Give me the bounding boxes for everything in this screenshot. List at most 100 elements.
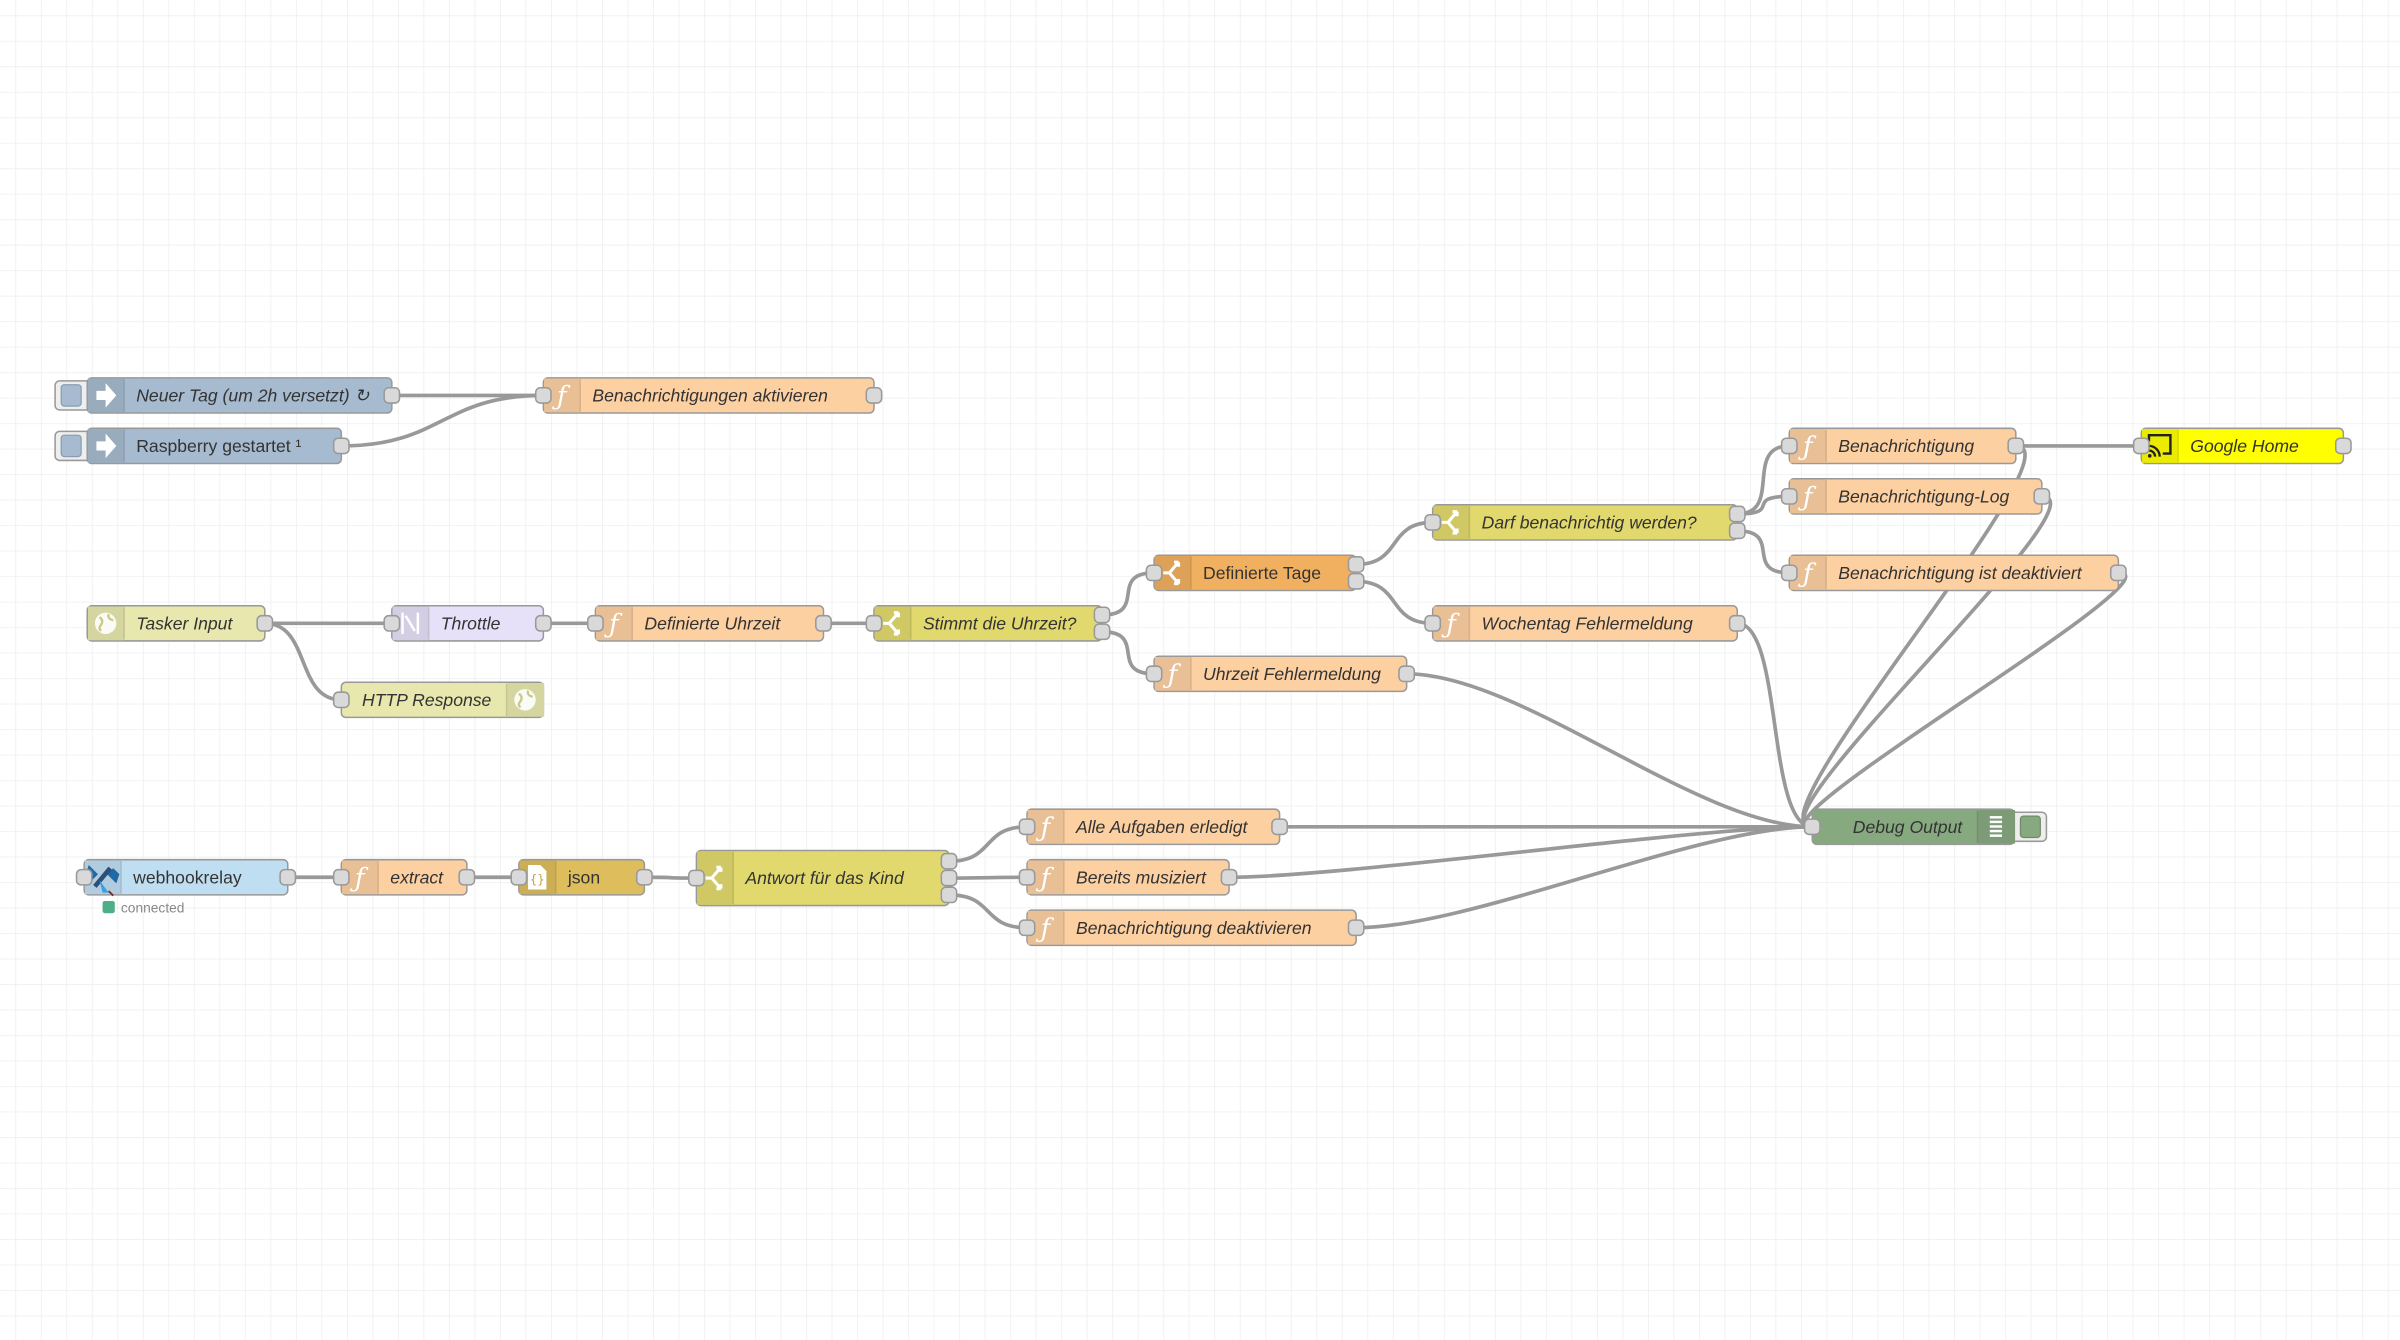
output-port[interactable]: [815, 614, 832, 632]
input-port[interactable]: [1145, 665, 1163, 683]
output-port[interactable]: [1728, 522, 1746, 540]
node-raspberry[interactable]: Raspberry gestartet ¹: [54, 427, 350, 465]
output-port[interactable]: [1220, 868, 1238, 886]
flow-canvas[interactable]: Neuer Tag (um 2h versetzt) ↻ Raspberry ge…: [0, 0, 2400, 1340]
status-text: connected: [121, 900, 185, 915]
node-label: Google Home: [2190, 436, 2299, 456]
node-label: Uhrzeit Fehlermeldung: [1203, 664, 1381, 684]
debug-toggle-face[interactable]: [2019, 815, 2041, 839]
output-port[interactable]: [279, 868, 297, 886]
node-label: extract: [390, 867, 444, 887]
node-darf[interactable]: Darf benachrichtig werden?: [1424, 504, 1746, 541]
input-port[interactable]: [1424, 513, 1442, 531]
input-port[interactable]: [865, 614, 883, 632]
node-label: Definierte Tage: [1203, 563, 1321, 583]
node-alle[interactable]: ƒ Alle Aufgaben erledigt: [1018, 808, 1289, 846]
node-stimmt[interactable]: Stimmt die Uhrzeit?: [865, 604, 1111, 642]
input-port[interactable]: [332, 868, 350, 886]
node-benachr-aktiv[interactable]: ƒ Benachrichtigungen aktivieren: [534, 377, 883, 414]
node-google[interactable]: Google Home: [2132, 427, 2352, 465]
node-antwort[interactable]: Antwort für das Kind: [688, 849, 958, 907]
node-benachr[interactable]: ƒ Benachrichtigung: [1780, 427, 2025, 465]
node-benachr-log[interactable]: ƒ Benachrichtigung-Log: [1780, 478, 2051, 515]
globe-icon: [514, 689, 536, 711]
node-label: Darf benachrichtig werden?: [1482, 513, 1697, 533]
node-label: Debug Output: [1853, 817, 1964, 837]
svg-text:{}: {}: [530, 872, 545, 886]
node-label: Tasker Input: [136, 613, 233, 633]
json-icon: {}: [528, 865, 547, 890]
node-tasker[interactable]: Tasker Input: [86, 604, 274, 642]
output-port[interactable]: [2033, 487, 2051, 505]
output-port[interactable]: [2007, 437, 2025, 455]
wire-n_antwort-to-n_bereits[interactable]: [948, 875, 1028, 880]
node-label: Throttle: [441, 613, 501, 633]
node-label: HTTP Response: [362, 690, 492, 710]
output-port[interactable]: [1398, 665, 1416, 683]
node-extract[interactable]: ƒ extract: [332, 858, 476, 896]
input-port[interactable]: [1018, 919, 1036, 937]
output-port[interactable]: [1347, 919, 1365, 937]
node-wochentag[interactable]: ƒ Wochentag Fehlermeldung: [1424, 604, 1746, 642]
output-port[interactable]: [940, 869, 958, 887]
output-port[interactable]: [332, 437, 350, 455]
output-port[interactable]: [940, 886, 958, 904]
input-port[interactable]: [1145, 564, 1163, 582]
node-bereits[interactable]: ƒ Bereits musiziert: [1018, 858, 1238, 896]
node-debug[interactable]: Debug Output: [1803, 808, 2048, 846]
output-port[interactable]: [458, 868, 476, 886]
input-port[interactable]: [383, 614, 401, 632]
input-port[interactable]: [586, 614, 604, 632]
output-port[interactable]: [256, 614, 274, 632]
output-port[interactable]: [383, 387, 401, 404]
input-port[interactable]: [332, 691, 350, 709]
node-label: Bereits musiziert: [1076, 867, 1207, 887]
node-throttle[interactable]: Throttle: [383, 604, 552, 642]
node-label: Benachrichtigungen aktivieren: [592, 386, 828, 406]
output-port[interactable]: [1728, 505, 1746, 523]
node-label: Definierte Uhrzeit: [644, 613, 781, 633]
node-def-tage[interactable]: Definierte Tage: [1145, 554, 1365, 592]
output-port[interactable]: [865, 387, 883, 404]
output-port[interactable]: [940, 852, 958, 870]
node-benachr-deakt-ist[interactable]: ƒ Benachrichtigung ist deaktiviert: [1780, 554, 2127, 592]
output-port[interactable]: [635, 868, 653, 886]
input-port[interactable]: [1780, 564, 1798, 582]
output-port[interactable]: [1347, 572, 1365, 590]
node-json[interactable]: {} json: [510, 858, 653, 896]
node-label: Benachrichtigung ist deaktiviert: [1838, 563, 2082, 583]
output-port[interactable]: [1347, 556, 1365, 573]
node-benachr-deakt[interactable]: ƒ Benachrichtigung deaktivieren: [1018, 909, 1365, 947]
input-port[interactable]: [75, 868, 93, 886]
node-http-resp[interactable]: HTTP Response: [332, 681, 545, 719]
node-label: Stimmt die Uhrzeit?: [923, 613, 1077, 633]
output-port[interactable]: [2334, 437, 2352, 455]
node-label: Benachrichtigung-Log: [1838, 487, 2009, 507]
input-port[interactable]: [688, 869, 705, 887]
node-uhrzeit-fehler[interactable]: ƒ Uhrzeit Fehlermeldung: [1145, 655, 1416, 693]
output-port[interactable]: [1271, 818, 1289, 836]
node-def-uhrzeit[interactable]: ƒ Definierte Uhrzeit: [586, 604, 832, 642]
output-port[interactable]: [1093, 606, 1111, 624]
inject-button-face[interactable]: [60, 434, 82, 458]
inject-button-face[interactable]: [60, 384, 82, 407]
input-port[interactable]: [1018, 818, 1036, 836]
node-label: webhookrelay: [132, 867, 242, 887]
output-port[interactable]: [1093, 623, 1111, 641]
output-port[interactable]: [2109, 564, 2127, 582]
input-port[interactable]: [1018, 868, 1036, 886]
output-port[interactable]: [534, 614, 552, 632]
node-label: Wochentag Fehlermeldung: [1482, 613, 1693, 633]
input-port[interactable]: [1780, 437, 1798, 455]
node-label: Neuer Tag (um 2h versetzt) ↻: [136, 386, 369, 406]
input-port[interactable]: [1803, 818, 1821, 836]
input-port[interactable]: [1780, 487, 1798, 505]
input-port[interactable]: [1424, 614, 1442, 632]
output-port[interactable]: [1728, 614, 1746, 632]
input-port[interactable]: [2132, 437, 2150, 455]
status-dot: [102, 900, 115, 914]
node-label: Alle Aufgaben erledigt: [1075, 817, 1249, 837]
input-port[interactable]: [510, 868, 528, 886]
input-port[interactable]: [534, 387, 552, 404]
node-neuer-tag[interactable]: Neuer Tag (um 2h versetzt) ↻: [54, 377, 401, 414]
